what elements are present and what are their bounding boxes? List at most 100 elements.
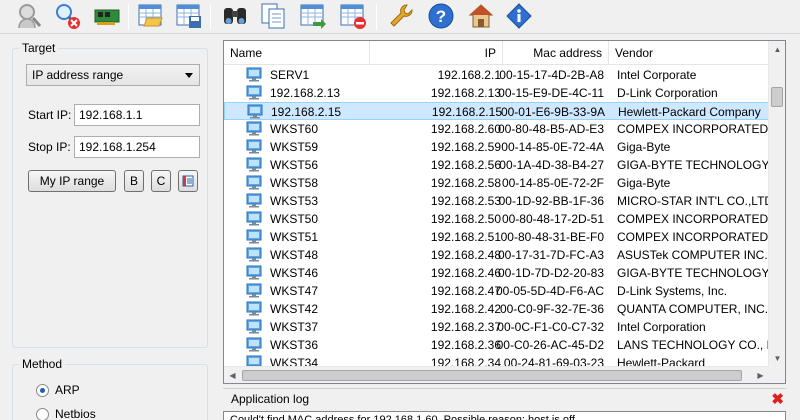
- column-header-vendor[interactable]: Vendor: [609, 41, 769, 65]
- table-row[interactable]: WKST37 192.168.2.37 00-0C-F1-C0-C7-32 Intel…: [224, 318, 769, 336]
- scroll-up-icon[interactable]: ▲: [769, 41, 785, 58]
- ip-list-button[interactable]: [178, 170, 198, 192]
- table-row[interactable]: WKST42 192.168.2.42 00-C0-9F-32-7E-36 QUANT…: [224, 300, 769, 318]
- cell-ip: 192.168.2.56: [430, 158, 501, 172]
- delete-icon: [340, 4, 366, 29]
- export-icon: [300, 4, 326, 29]
- info-button[interactable]: [504, 1, 534, 31]
- cell-ip: 192.168.2.58: [430, 176, 501, 190]
- cell-ip: 192.168.2.15: [431, 105, 502, 119]
- computer-icon: [246, 229, 262, 247]
- table-row[interactable]: WKST51 192.168.2.51 00-80-48-31-BE-F0 COMPE…: [224, 228, 769, 246]
- cell-vendor: COMPEX INCORPORATED: [617, 212, 769, 226]
- table-row[interactable]: WKST53 192.168.2.53 00-1D-92-BB-1F-36 MICRO…: [224, 192, 769, 210]
- table-row[interactable]: SERV1 192.168.2.1 00-15-17-4D-2B-A8 Intel C…: [224, 66, 769, 84]
- method-netbios-option[interactable]: Netbios: [36, 407, 96, 420]
- scan-icon: [18, 4, 42, 29]
- vertical-scroll-thumb[interactable]: [771, 87, 783, 107]
- svg-text:?: ?: [436, 7, 446, 26]
- column-header-name[interactable]: Name: [224, 41, 370, 65]
- cell-vendor: GIGA-BYTE TECHNOLOGY CO: [617, 158, 769, 172]
- home-button[interactable]: [466, 1, 496, 31]
- cell-vendor: GIGA-BYTE TECHNOLOGY CO: [617, 266, 769, 280]
- computer-icon: [246, 265, 262, 283]
- table-row[interactable]: WKST36 192.168.2.36 00-C0-26-AC-45-D2 LANS …: [224, 336, 769, 354]
- table-row[interactable]: 192.168.2.13 192.168.2.13 00-15-E9-DE-4C-1…: [224, 84, 769, 102]
- cell-mac: 00-15-17-4D-2B-A8: [499, 68, 604, 82]
- radio-netbios[interactable]: [36, 407, 49, 420]
- cell-ip: 192.168.2.37: [430, 320, 501, 334]
- horizontal-scroll-thumb[interactable]: [242, 370, 742, 381]
- target-mode-value: IP address range: [32, 68, 124, 82]
- method-arp-option[interactable]: ARP: [36, 383, 80, 397]
- cell-vendor: COMPEX INCORPORATED: [617, 230, 769, 244]
- method-netbios-label: Netbios: [55, 407, 96, 420]
- computer-icon: [246, 211, 262, 229]
- table-row[interactable]: WKST50 192.168.2.50 00-80-48-17-2D-51 COMPE…: [224, 210, 769, 228]
- table-row[interactable]: WKST59 192.168.2.59 00-14-85-0E-72-4A Giga-…: [224, 138, 769, 156]
- stop-scan-button[interactable]: [52, 1, 82, 31]
- cell-vendor: D-Link Corporation: [617, 86, 718, 100]
- find-button[interactable]: [220, 1, 250, 31]
- scroll-left-icon[interactable]: ◀: [224, 367, 241, 383]
- horizontal-scrollbar[interactable]: ◀ ▶: [224, 366, 769, 383]
- cell-mac: 00-14-85-0E-72-4A: [501, 140, 604, 154]
- help-button[interactable]: ?: [426, 1, 456, 31]
- save-button[interactable]: [174, 1, 204, 31]
- cell-mac: 00-80-48-31-BE-F0: [500, 230, 604, 244]
- computer-icon: [246, 85, 262, 103]
- computer-icon: [246, 139, 262, 157]
- table-row[interactable]: 192.168.2.15 192.168.2.15 00-01-E6-9B-33-9…: [224, 102, 769, 120]
- cell-ip: 192.168.2.53: [430, 194, 501, 208]
- copy-button[interactable]: [258, 1, 288, 31]
- radio-arp[interactable]: [36, 383, 49, 397]
- scroll-down-icon[interactable]: ▼: [769, 350, 785, 367]
- table-row[interactable]: WKST47 192.168.2.47 00-05-5D-4D-F6-AC D-Lin…: [224, 282, 769, 300]
- toolbar-separator: [210, 4, 211, 30]
- cell-vendor: MICRO-STAR INT'L CO.,LTD.: [617, 194, 769, 208]
- stop-ip-input[interactable]: 192.168.1.254: [74, 136, 200, 158]
- cell-ip: 192.168.2.13: [430, 86, 501, 100]
- scroll-right-icon[interactable]: ▶: [752, 367, 769, 383]
- computer-icon: [246, 319, 262, 337]
- close-icon[interactable]: ✖: [771, 390, 784, 408]
- table-row[interactable]: WKST56 192.168.2.56 00-1A-4D-38-B4-27 GIGA-…: [224, 156, 769, 174]
- table-row[interactable]: WKST58 192.168.2.58 00-14-85-0E-72-2F Giga-…: [224, 174, 769, 192]
- target-mode-select[interactable]: IP address range: [26, 64, 200, 86]
- cell-vendor: Intel Corporate: [617, 68, 697, 82]
- export-button[interactable]: [298, 1, 328, 31]
- column-header-ip[interactable]: IP: [370, 41, 503, 65]
- table-row[interactable]: WKST46 192.168.2.46 00-1D-7D-D2-20-83 GIGA-…: [224, 264, 769, 282]
- scan-button[interactable]: [14, 1, 44, 31]
- target-group: Target: [12, 41, 208, 348]
- host-list[interactable]: Name IP Mac address Vendor SERV1 192.168.…: [223, 40, 786, 384]
- panel-splitter[interactable]: [218, 36, 222, 420]
- info-icon: [506, 3, 532, 29]
- table-row[interactable]: WKST48 192.168.2.48 00-17-31-7D-FC-A3 ASUST…: [224, 246, 769, 264]
- vertical-scrollbar[interactable]: ▲ ▼: [768, 41, 785, 367]
- delete-button[interactable]: [338, 1, 368, 31]
- cell-ip: 192.168.2.1: [437, 68, 501, 82]
- settings-button[interactable]: [386, 1, 416, 31]
- list-header: Name IP Mac address Vendor: [224, 41, 769, 65]
- cell-mac: 00-80-48-17-2D-51: [501, 212, 604, 226]
- cell-vendor: ASUSTek COMPUTER INC.: [617, 248, 768, 262]
- column-header-mac[interactable]: Mac address: [503, 41, 609, 65]
- class-c-button[interactable]: C: [151, 170, 171, 192]
- cell-ip: 192.168.2.48: [430, 248, 501, 262]
- start-ip-input[interactable]: 192.168.1.1: [74, 104, 200, 126]
- copy-icon: [261, 3, 285, 29]
- cell-mac: 00-1D-7D-D2-20-83: [497, 266, 604, 280]
- wrench-icon: [390, 4, 413, 27]
- application-log: Application log ✖ Could't find MAC addre…: [223, 388, 786, 420]
- class-b-button[interactable]: B: [124, 170, 144, 192]
- my-ip-range-button[interactable]: My IP range: [28, 170, 116, 192]
- network-card-button[interactable]: [92, 1, 122, 31]
- cell-vendor: COMPEX INCORPORATED: [617, 122, 769, 136]
- cell-ip: 192.168.2.60: [430, 122, 501, 136]
- stop-ip-label: Stop IP:: [28, 140, 71, 154]
- open-button[interactable]: [136, 1, 166, 31]
- table-row[interactable]: WKST60 192.168.2.60 00-80-48-B5-AD-E3 COMPE…: [224, 120, 769, 138]
- application-log-text: Could't find MAC address for 192.168.1.6…: [223, 411, 786, 420]
- toolbar-separator: [128, 4, 129, 30]
